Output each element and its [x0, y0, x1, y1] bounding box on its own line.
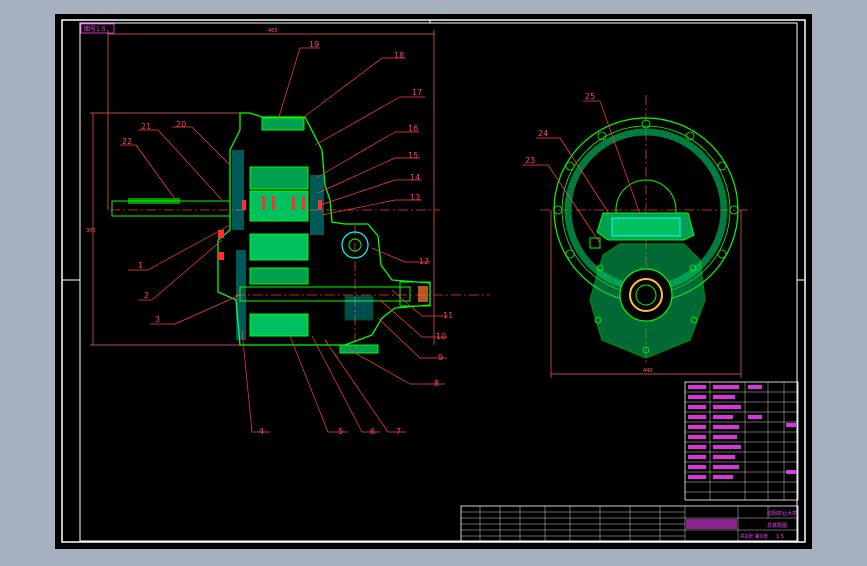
- output-flange-key: [418, 286, 428, 302]
- part-label-22: 22: [122, 137, 132, 146]
- side-output-bore: [619, 268, 673, 322]
- title-block-school: 沈阳农业大学: [767, 510, 797, 517]
- drawing-canvas: 图号1:5 465 300 440 1 2 3 4 5 6 7 8 9 10 1…: [55, 14, 812, 549]
- part-label-4: 4: [259, 427, 264, 436]
- part-label-7: 7: [396, 427, 401, 436]
- side-bevel-gear: [611, 217, 681, 237]
- part-label-15: 15: [408, 151, 418, 160]
- part-label-1: 1: [138, 261, 143, 270]
- part-label-18: 18: [394, 51, 404, 60]
- part-label-3: 3: [155, 315, 160, 324]
- part-label-19: 19: [309, 40, 319, 49]
- housing-wall-lower: [236, 250, 246, 340]
- gear-upper-2: [249, 190, 309, 222]
- part-label-14: 14: [410, 173, 420, 182]
- corner-tag-text: 图号1:5: [84, 26, 106, 33]
- bottom-seal: [339, 344, 379, 354]
- gear-middle: [249, 233, 309, 261]
- gear-upper-1: [249, 166, 309, 190]
- side-width-label: 440: [643, 368, 653, 374]
- input-key: [128, 198, 180, 204]
- part-label-13: 13: [410, 193, 420, 202]
- title-block-scale: 1:5: [776, 534, 784, 540]
- part-label-11: 11: [443, 311, 453, 320]
- part-label-5: 5: [338, 427, 343, 436]
- part-label-24: 24: [538, 129, 548, 138]
- part-label-20: 20: [176, 120, 186, 129]
- part-label-12: 12: [419, 257, 429, 266]
- part-label-23: 23: [525, 156, 535, 165]
- part-label-9: 9: [438, 353, 443, 362]
- title-block-sheet: 共1张 第1张: [740, 533, 768, 540]
- part-label-16: 16: [408, 124, 418, 133]
- part-label-21: 21: [141, 122, 151, 131]
- cad-viewport[interactable]: 图号1:5 465 300 440 1 2 3 4 5 6 7 8 9 10 1…: [0, 0, 867, 562]
- part-label-10: 10: [436, 332, 446, 341]
- title-block-drawing-name: 总装配图: [767, 522, 787, 529]
- part-label-2: 2: [144, 291, 149, 300]
- gear-lower-2: [249, 313, 309, 337]
- bevel-gear-lower: [344, 295, 374, 321]
- overall-width-label: 465: [268, 28, 278, 34]
- housing-wall-left: [232, 150, 244, 230]
- part-label-6: 6: [370, 427, 375, 436]
- title-block-drawing-area: [686, 519, 737, 529]
- overall-height-label: 300: [86, 228, 96, 234]
- gear-lower-1: [249, 267, 309, 285]
- top-gear: [261, 117, 305, 131]
- part-label-25: 25: [585, 92, 595, 101]
- part-label-8: 8: [434, 379, 439, 388]
- part-label-17: 17: [412, 88, 422, 97]
